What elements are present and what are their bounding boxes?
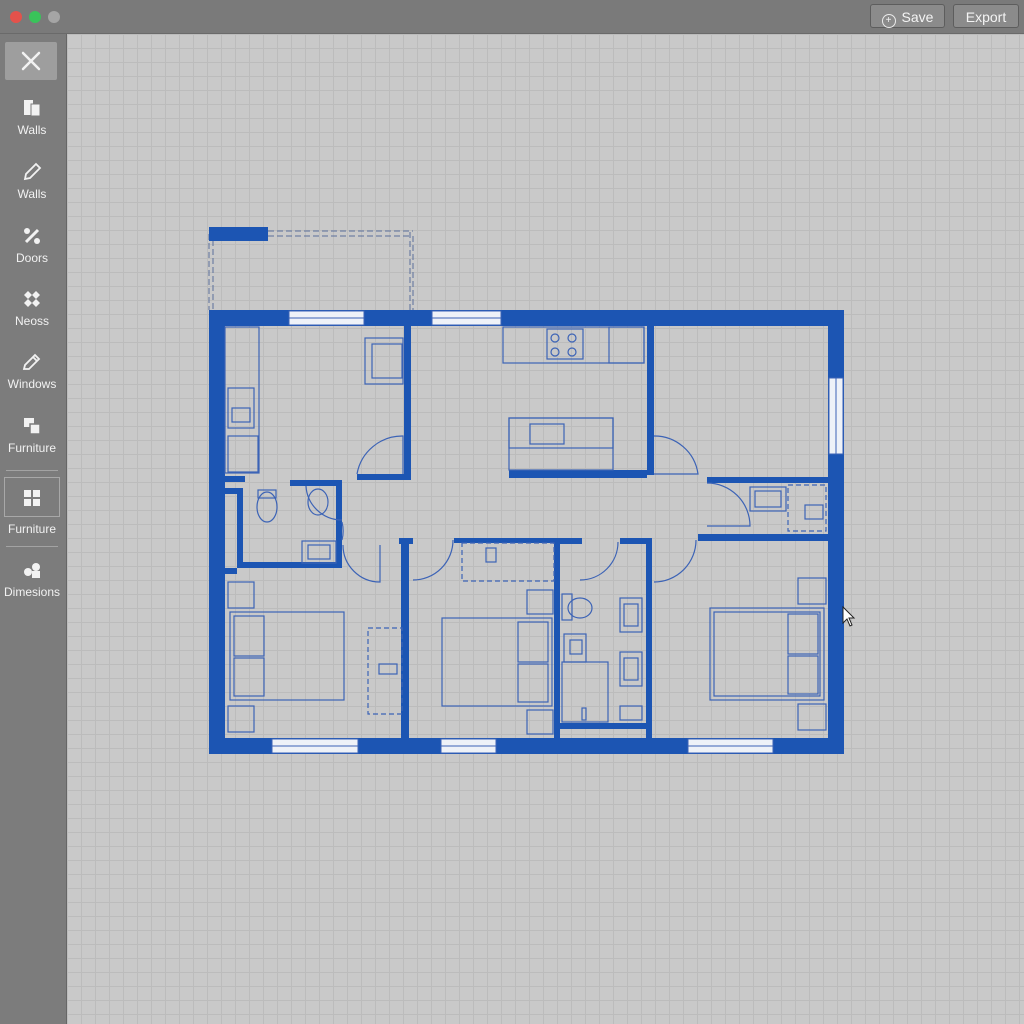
tool-walls-draw[interactable]: Walls [0, 160, 64, 216]
windows-icon [22, 353, 41, 370]
furniture-icon [24, 418, 41, 435]
tool-nodes[interactable]: Neoss [0, 287, 64, 343]
pencil-icon [23, 162, 42, 181]
tool-label: Doors [15, 251, 48, 265]
doors-icon [24, 228, 40, 244]
dimensions-icon [24, 563, 40, 578]
tool-label: Dimesions [3, 585, 60, 599]
balcony-wall [209, 227, 268, 241]
floor-plan[interactable] [67, 34, 1024, 1024]
title-bar: + Save Export [0, 0, 1024, 34]
close-window-dot[interactable] [10, 11, 22, 23]
grid-furniture-icon [24, 490, 40, 506]
save-label: Save [901, 9, 934, 25]
close-icon [21, 51, 41, 71]
zoom-window-dot[interactable] [48, 11, 60, 23]
tool-furniture-grid[interactable] [4, 477, 60, 517]
mouse-cursor-icon [842, 605, 856, 627]
tool-furniture[interactable]: Furniture [0, 414, 64, 470]
sidebar-divider [6, 470, 58, 471]
tool-label: Windows [7, 377, 57, 391]
export-label: Export [965, 9, 1007, 25]
minimize-window-dot[interactable] [29, 11, 41, 23]
interior-walls[interactable] [225, 325, 828, 740]
tool-windows[interactable]: Windows [0, 350, 64, 406]
tool-label: Walls [17, 123, 47, 137]
close-tool-button[interactable] [5, 42, 57, 80]
save-plus-icon: + [881, 14, 896, 28]
drawing-canvas[interactable] [67, 34, 1024, 1024]
tool-doors[interactable]: Doors [0, 224, 64, 280]
sidebar-divider [6, 546, 58, 547]
tool-label: Furniture [7, 441, 57, 455]
tool-label: Walls [17, 187, 47, 201]
export-button[interactable]: Export [953, 4, 1019, 28]
exterior-walls[interactable] [209, 310, 844, 754]
furniture[interactable] [224, 326, 827, 735]
tool-label: Neoss [14, 314, 49, 328]
tool-dimensions[interactable]: Dimesions [0, 558, 64, 614]
nodes-icon [24, 291, 40, 307]
tool-sidebar: Walls Walls Doors Neoss Windows Furnitur… [0, 34, 67, 1024]
tool-furniture-grid-label: Furniture [7, 522, 57, 536]
tool-walls[interactable]: Walls [0, 96, 64, 152]
walls-icon [24, 100, 41, 117]
balcony-outline [208, 230, 414, 310]
doors[interactable] [305, 435, 751, 583]
save-button[interactable]: + Save [870, 4, 945, 28]
